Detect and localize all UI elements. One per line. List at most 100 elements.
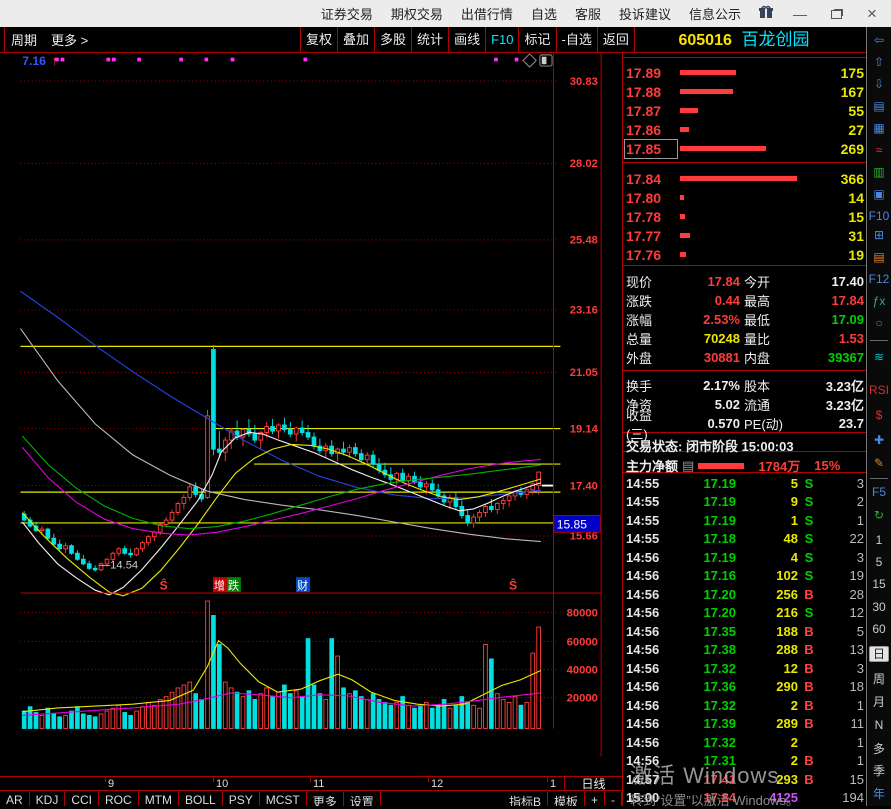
period-week[interactable]: 周 — [867, 672, 891, 686]
toolbar-button-7[interactable]: -自选 — [556, 27, 597, 52]
tree-icon[interactable]: ⊞ — [867, 228, 891, 242]
ask-row[interactable]: 17.8755 — [626, 101, 864, 120]
bid-row[interactable]: 17.84366 — [626, 169, 864, 188]
waves-icon[interactable]: ≋ — [867, 350, 891, 364]
quote-label: 量比 — [744, 329, 788, 348]
bid-price[interactable]: 17.80 — [626, 190, 676, 206]
menu-securities-trade[interactable]: 证券交易 — [321, 4, 373, 23]
indicator-tab-CCI[interactable]: CCI — [65, 792, 99, 806]
period-month[interactable]: 月 — [867, 695, 891, 709]
bid-row[interactable]: 17.7731 — [626, 226, 864, 245]
period-30[interactable]: 30 — [867, 600, 891, 614]
period-menu[interactable]: 周期 — [11, 30, 37, 49]
diamond-icon[interactable] — [523, 54, 536, 67]
kline-chart[interactable]: 30.8328.0225.4823.1621.0519.1417.4015.66… — [0, 53, 622, 806]
month-tick — [213, 777, 214, 782]
money-icon[interactable]: $ — [867, 408, 891, 422]
trend-line-icon[interactable]: ≈ — [867, 143, 891, 157]
period-n[interactable]: N — [867, 718, 891, 732]
ask-row[interactable]: 17.8627 — [626, 120, 864, 139]
f5-icon[interactable]: F5 — [867, 485, 891, 499]
indicator-tab-BOLL[interactable]: BOLL — [179, 792, 223, 806]
toolbar-button-5[interactable]: F10 — [485, 27, 518, 52]
ask-row[interactable]: 17.89175 — [626, 63, 864, 82]
kline-icon[interactable]: ▥ — [867, 165, 891, 179]
indicator-tab-AR[interactable]: AR — [0, 792, 30, 806]
bid-price[interactable]: 17.78 — [626, 209, 676, 225]
period-60[interactable]: 60 — [867, 622, 891, 636]
period-1[interactable]: 1 — [867, 533, 891, 547]
ask-price[interactable]: 17.89 — [626, 65, 676, 81]
menu-options-trade[interactable]: 期权交易 — [391, 4, 443, 23]
ask-row[interactable]: 17.85269 — [626, 139, 864, 158]
toolbar-button-4[interactable]: 画线 — [448, 27, 485, 52]
toolbar-button-3[interactable]: 统计 — [411, 27, 448, 52]
menu-lending-quotes[interactable]: 出借行情 — [461, 4, 513, 23]
toolbar-button-2[interactable]: 多股 — [374, 27, 411, 52]
ask-row[interactable]: 17.88167 — [626, 82, 864, 101]
circle-icon[interactable]: ○ — [867, 316, 891, 330]
restore-button[interactable] — [827, 6, 845, 22]
report-icon[interactable]: ▤ — [867, 99, 891, 113]
move-icon[interactable]: ✚ — [867, 433, 891, 447]
period-day[interactable]: 日 — [869, 646, 889, 662]
f12-icon[interactable]: F12 — [867, 272, 891, 286]
bid-price[interactable]: 17.76 — [626, 247, 676, 263]
formula-icon[interactable]: ƒx — [867, 294, 891, 308]
quote-table-icon[interactable]: ▦ — [867, 121, 891, 135]
indicator-tab-更多[interactable]: 更多 — [307, 792, 344, 806]
menu-info-disclosure[interactable]: 信息公示 — [689, 4, 741, 23]
period-year[interactable]: 年 — [867, 787, 891, 801]
down-icon[interactable]: ⇩ — [867, 77, 891, 91]
bid-row[interactable]: 17.8014 — [626, 188, 864, 207]
indicator-action-0[interactable]: 指标B — [503, 792, 548, 806]
indicator-tab-PSY[interactable]: PSY — [223, 792, 260, 806]
pencil-icon[interactable]: ✎ — [867, 456, 891, 470]
ask-price[interactable]: 17.87 — [626, 103, 676, 119]
toolbar-button-6[interactable]: 标记 — [518, 27, 555, 52]
refresh-icon[interactable]: ↻ — [867, 508, 891, 522]
menu-complaint[interactable]: 投诉建议 — [619, 4, 671, 23]
indicator-action-2[interactable]: + — [585, 792, 605, 806]
rsi-icon[interactable]: RSI — [867, 383, 891, 397]
candle-body — [170, 513, 174, 521]
bid-row[interactable]: 17.7619 — [626, 245, 864, 264]
indicator-action-3[interactable]: - — [605, 792, 622, 806]
list-icon[interactable]: ▤ — [682, 458, 694, 474]
period-multi[interactable]: 多 — [867, 742, 891, 756]
up-icon[interactable]: ⇧ — [867, 55, 891, 69]
menu-customer-service[interactable]: 客服 — [575, 4, 601, 23]
volume-bar — [383, 702, 387, 728]
bid-row[interactable]: 17.7815 — [626, 207, 864, 226]
pages-icon[interactable]: ▣ — [867, 187, 891, 201]
period-5[interactable]: 5 — [867, 555, 891, 569]
close-button[interactable]: × — [863, 4, 881, 24]
more-menu[interactable]: 更多 > — [51, 30, 88, 49]
indicator-action-1[interactable]: 模板 — [548, 792, 585, 806]
indicator-tab-KDJ[interactable]: KDJ — [30, 792, 66, 806]
period-indicator[interactable]: 日线 — [564, 777, 622, 791]
indicator-tab-MCST[interactable]: MCST — [260, 792, 307, 806]
period-quarter[interactable]: 季 — [867, 764, 891, 778]
ask-price[interactable]: 17.85 — [626, 141, 676, 157]
gift-icon[interactable] — [759, 5, 773, 22]
bid-price[interactable]: 17.77 — [626, 228, 676, 244]
toolbar-button-1[interactable]: 叠加 — [337, 27, 374, 52]
indicator-tab-MTM[interactable]: MTM — [139, 792, 179, 806]
corner-price-label: 7.16 — [22, 54, 46, 68]
bid-price[interactable]: 17.84 — [626, 171, 676, 187]
quote-label: 外盘 — [626, 348, 668, 367]
minimize-button[interactable]: — — [791, 6, 809, 22]
menu-watchlist[interactable]: 自选 — [531, 4, 557, 23]
main-force-row[interactable]: 主力净额▤1784万15% — [626, 456, 864, 475]
ask-price[interactable]: 17.86 — [626, 122, 676, 138]
f10-icon[interactable]: F10 — [867, 209, 891, 223]
person-file-icon[interactable]: ▤ — [867, 250, 891, 264]
tick-row: 14:5517.1848S22 — [626, 530, 864, 548]
toolbar-button-0[interactable]: 复权 — [300, 27, 337, 52]
back-icon[interactable]: ⇦ — [867, 33, 891, 47]
ask-price[interactable]: 17.88 — [626, 84, 676, 100]
indicator-tab-ROC[interactable]: ROC — [99, 792, 139, 806]
indicator-tab-设置[interactable]: 设置 — [344, 792, 381, 806]
period-15[interactable]: 15 — [867, 577, 891, 591]
